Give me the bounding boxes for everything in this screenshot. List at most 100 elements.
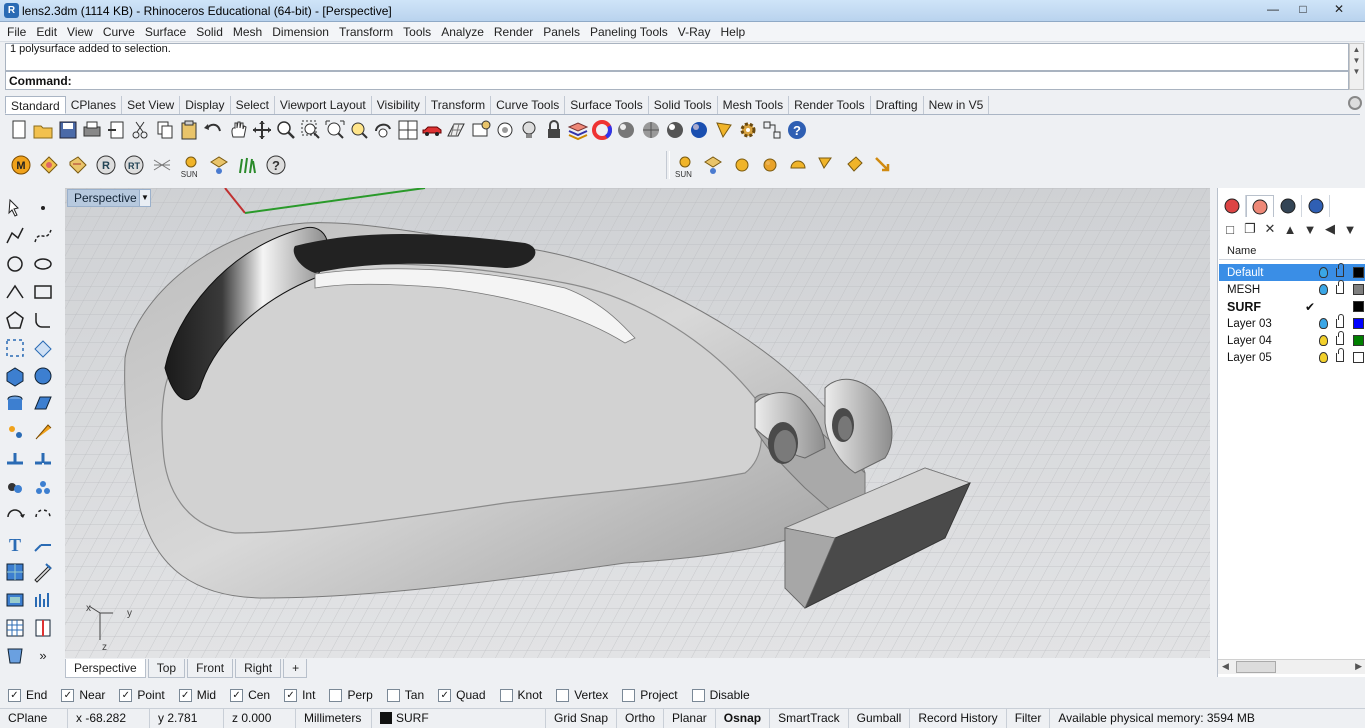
spot-light-icon[interactable]: [813, 154, 839, 176]
arc-icon[interactable]: [3, 280, 27, 304]
vray-help-icon[interactable]: ?: [263, 154, 289, 176]
mesh-icon[interactable]: [3, 560, 27, 584]
menu-paneling-tools[interactable]: Paneling Tools: [585, 25, 673, 39]
record-history-toggle[interactable]: Record History: [910, 708, 1007, 728]
layer-name[interactable]: Layer 04: [1227, 335, 1272, 347]
trim-icon[interactable]: [31, 420, 55, 444]
viewport-tab-right[interactable]: Right: [235, 659, 282, 678]
array-icon[interactable]: [31, 476, 55, 500]
osnap-checkbox[interactable]: [329, 688, 343, 702]
layer-name[interactable]: MESH: [1227, 284, 1260, 296]
zoom-icon[interactable]: [275, 119, 297, 141]
vray-tag-icon[interactable]: [65, 154, 91, 176]
layer-name[interactable]: Layer 05: [1227, 352, 1272, 364]
menu-v-ray[interactable]: V-Ray: [673, 25, 716, 39]
layer-name[interactable]: Default: [1227, 267, 1263, 279]
osnap-int[interactable]: ✓ Int: [284, 688, 315, 702]
osnap-disable[interactable]: Disable: [691, 688, 750, 702]
ies-light-icon[interactable]: [842, 154, 868, 176]
menu-render[interactable]: Render: [489, 25, 538, 39]
close-icon[interactable]: ✕: [1319, 0, 1359, 18]
menu-transform[interactable]: Transform: [334, 25, 398, 39]
osnap-checkbox[interactable]: ✓: [178, 688, 192, 702]
cut-icon[interactable]: [129, 119, 151, 141]
osnap-checkbox[interactable]: ✓: [230, 688, 244, 702]
ortho-toggle[interactable]: Ortho: [617, 708, 665, 728]
zoom-window-icon[interactable]: [300, 119, 322, 141]
select-arrow-icon[interactable]: [3, 196, 27, 220]
tab-surface-tools[interactable]: Surface Tools: [565, 96, 649, 114]
block-icon[interactable]: [3, 588, 27, 612]
gumball-toggle[interactable]: Gumball: [849, 708, 911, 728]
osnap-checkbox[interactable]: ✓: [61, 688, 75, 702]
panel-grid-icon[interactable]: [3, 616, 27, 640]
layer-lock-icon[interactable]: [1336, 263, 1344, 277]
tab-transform[interactable]: Transform: [426, 96, 492, 114]
rhino-logo-icon[interactable]: R: [4, 3, 19, 18]
tab-solid-tools[interactable]: Solid Tools: [649, 96, 718, 114]
panel-split-icon[interactable]: [31, 616, 55, 640]
osnap-checkbox[interactable]: [499, 688, 513, 702]
units-status[interactable]: Millimeters: [296, 708, 372, 728]
polygon-icon[interactable]: [3, 308, 27, 332]
panel-tab-properties-icon[interactable]: [1218, 195, 1246, 217]
osnap-checkbox[interactable]: ✓: [284, 688, 298, 702]
filter-icon[interactable]: ▼: [1340, 221, 1360, 237]
panel-tab-help-icon[interactable]: [1302, 195, 1330, 217]
menu-edit[interactable]: Edit: [31, 25, 62, 39]
osnap-project[interactable]: Project: [622, 688, 678, 702]
osnap-tan[interactable]: Tan: [386, 688, 424, 702]
analyze-icon[interactable]: [31, 560, 55, 584]
menu-solid[interactable]: Solid: [191, 25, 228, 39]
move-left-icon[interactable]: ◀: [1320, 221, 1340, 237]
layer-color-swatch[interactable]: [1353, 335, 1364, 346]
lightbulb-icon[interactable]: [518, 119, 540, 141]
ellipse-icon[interactable]: [31, 252, 55, 276]
menu-help[interactable]: Help: [715, 25, 750, 39]
layer-row[interactable]: Layer 05: [1219, 348, 1365, 366]
osnap-near[interactable]: ✓ Near: [61, 688, 105, 702]
tab-select[interactable]: Select: [231, 96, 275, 114]
boolean-union-icon[interactable]: [3, 448, 27, 472]
group-icon[interactable]: [3, 476, 27, 500]
tab-viewport-layout[interactable]: Viewport Layout: [275, 96, 372, 114]
bar-grid-icon[interactable]: [31, 588, 55, 612]
viewport-title[interactable]: Perspective: [67, 189, 144, 207]
layer-visibility-bulb-icon[interactable]: [1319, 267, 1328, 278]
four-viewports-icon[interactable]: [397, 119, 419, 141]
osnap-checkbox[interactable]: [691, 688, 705, 702]
layer-row[interactable]: Layer 04: [1219, 331, 1365, 349]
boolean-split-icon[interactable]: [31, 448, 55, 472]
copy-icon[interactable]: [154, 119, 176, 141]
vray-rt-icon[interactable]: RT: [121, 154, 147, 176]
tab-cplanes[interactable]: CPlanes: [66, 96, 123, 114]
scroll-right-icon[interactable]: ▶: [1355, 661, 1362, 672]
scroll-left-icon[interactable]: ◀: [1222, 661, 1229, 672]
maximize-icon[interactable]: □: [1289, 0, 1317, 18]
menu-file[interactable]: File: [2, 25, 31, 39]
move-view-icon[interactable]: [251, 119, 273, 141]
tab-new-in-v5[interactable]: New in V5: [924, 96, 990, 114]
layers-icon[interactable]: [567, 119, 589, 141]
fillet-curve-icon[interactable]: [31, 308, 55, 332]
color-wheel-icon[interactable]: [591, 119, 613, 141]
osnap-cen[interactable]: ✓ Cen: [230, 688, 270, 702]
panel-tab-display-icon[interactable]: [1274, 195, 1302, 217]
grid-toggle-icon[interactable]: [445, 119, 467, 141]
directional-light-icon[interactable]: [870, 154, 896, 176]
layer-color-swatch[interactable]: [1353, 318, 1364, 329]
command-prompt[interactable]: Command:: [5, 71, 1349, 90]
tab-curve-tools[interactable]: Curve Tools: [491, 96, 566, 114]
osnap-quad[interactable]: ✓ Quad: [438, 688, 486, 702]
layer-row[interactable]: SURF ✔: [1219, 298, 1365, 315]
layer-visibility-bulb-icon[interactable]: [1319, 284, 1328, 295]
rotate-icon[interactable]: [3, 504, 27, 528]
print-icon[interactable]: [81, 119, 103, 141]
curve-cp-icon[interactable]: [31, 224, 55, 248]
vray-r-icon[interactable]: R: [93, 154, 119, 176]
osnap-checkbox[interactable]: ✓: [119, 688, 133, 702]
perspective-viewport[interactable]: x y z Perspective ▼: [65, 188, 1210, 658]
plane-light-icon[interactable]: [700, 154, 726, 176]
planar-toggle[interactable]: Planar: [664, 708, 716, 728]
smarttrack-toggle[interactable]: SmartTrack: [770, 708, 849, 728]
